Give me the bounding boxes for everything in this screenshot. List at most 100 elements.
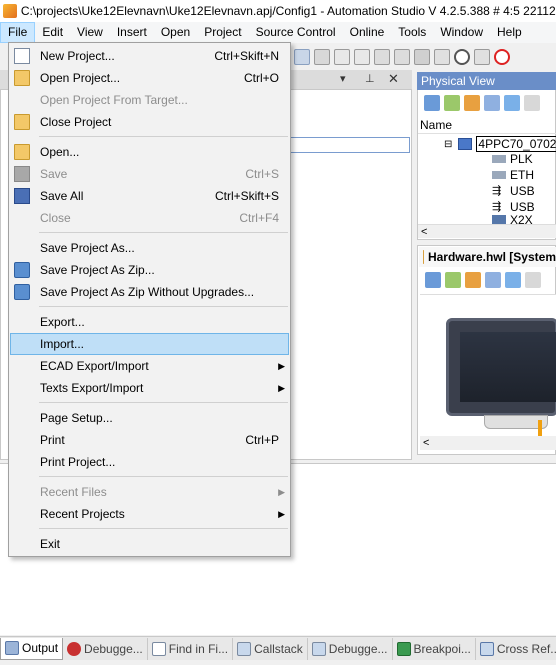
pane-dropdown-icon[interactable]: ▾	[340, 72, 346, 85]
menu-online[interactable]: Online	[343, 22, 392, 43]
menu-item-export[interactable]: Export...	[10, 311, 289, 333]
menu-file[interactable]: File	[0, 22, 36, 43]
menu-item-label: Import...	[40, 337, 85, 351]
menu-item-open-project[interactable]: Open Project... Ctrl+O	[10, 67, 289, 89]
more-icon[interactable]	[524, 95, 540, 111]
hardware-tab[interactable]: Hardware.hwl [System	[419, 247, 556, 267]
tab-output[interactable]: Output	[0, 637, 64, 660]
menu-item-label: New Project...	[40, 49, 115, 63]
tab-label: Find in Fi...	[168, 641, 229, 656]
menu-item-open[interactable]: Open...	[10, 141, 289, 163]
usb-icon: ⇶	[492, 201, 502, 213]
tab-debugger-2[interactable]: Debugge...	[308, 637, 393, 660]
copy-icon[interactable]	[294, 49, 310, 65]
delete-icon[interactable]	[414, 49, 430, 65]
menu-item-exit[interactable]: Exit	[10, 533, 289, 555]
menu-item-shortcut: Ctrl+O	[243, 71, 279, 85]
menu-item-save-project-as[interactable]: Save Project As...	[10, 237, 289, 259]
menu-item-recent-projects[interactable]: Recent Projects ▶	[10, 503, 289, 525]
scroll-left-icon[interactable]: <	[423, 437, 429, 449]
menu-item-import[interactable]: Import...	[10, 333, 289, 355]
undo-icon[interactable]	[334, 49, 350, 65]
paste-icon[interactable]	[314, 49, 330, 65]
new-project-icon	[14, 48, 30, 64]
menu-help[interactable]: Help	[490, 22, 529, 43]
menu-window[interactable]: Window	[433, 22, 490, 43]
scroll-left-icon[interactable]: <	[421, 226, 427, 238]
tree-item-root[interactable]: ⊟ 4PPC70_0702	[444, 136, 556, 152]
settings-icon[interactable]	[484, 95, 500, 111]
debugger-watch-icon	[311, 641, 326, 656]
find-icon[interactable]	[454, 49, 470, 65]
open-project-icon	[14, 70, 30, 86]
menu-item-page-setup[interactable]: Page Setup...	[10, 407, 289, 429]
menu-item-print[interactable]: Print Ctrl+P	[10, 429, 289, 451]
menu-item-close-project[interactable]: Close Project	[10, 111, 289, 133]
expand-icon[interactable]	[505, 272, 521, 288]
menu-item-texts-export-import[interactable]: Texts Export/Import ▶	[10, 377, 289, 399]
menu-item-save-all[interactable]: Save All Ctrl+Skift+S	[10, 185, 289, 207]
tab-debugger-1[interactable]: Debugge...	[63, 637, 148, 660]
menu-edit[interactable]: Edit	[35, 22, 70, 43]
physical-view-title: Physical View	[417, 72, 556, 90]
settings-icon[interactable]	[485, 272, 501, 288]
config-icon[interactable]	[465, 272, 481, 288]
config-icon[interactable]	[464, 95, 480, 111]
menu-item-label: Save Project As Zip...	[40, 263, 155, 277]
menu-item-label: Close	[40, 211, 71, 225]
replace-icon[interactable]	[474, 49, 490, 65]
refresh-icon[interactable]	[424, 95, 440, 111]
tab-label: Breakpoi...	[413, 641, 471, 656]
output-icon	[5, 641, 19, 655]
collapse-icon[interactable]: ⊟	[444, 139, 452, 150]
menu-open[interactable]: Open	[154, 22, 197, 43]
tree-selection-box	[290, 137, 410, 153]
menu-item-label: Save Project As...	[40, 241, 135, 255]
hardware-horizontal-scrollbar[interactable]: <	[420, 436, 556, 450]
list-icon[interactable]	[434, 49, 450, 65]
tree-item-usb-1[interactable]: ⇶ USB	[492, 183, 535, 199]
menu-tools[interactable]: Tools	[391, 22, 433, 43]
menu-insert[interactable]: Insert	[110, 22, 154, 43]
menu-item-shortcut: Ctrl+S	[245, 167, 279, 181]
expand-icon[interactable]	[504, 95, 520, 111]
tree-item-eth[interactable]: ETH	[492, 167, 534, 183]
redo-icon[interactable]	[354, 49, 370, 65]
power-icon[interactable]	[494, 49, 510, 65]
menu-item-label: Recent Files	[40, 485, 107, 499]
search-hardware-icon[interactable]	[444, 95, 460, 111]
menu-view[interactable]: View	[70, 22, 110, 43]
tab-label: Callstack	[254, 641, 303, 656]
menu-item-new-project[interactable]: New Project... Ctrl+Skift+N	[10, 45, 289, 67]
menu-project[interactable]: Project	[197, 22, 248, 43]
physical-view-horizontal-scrollbar[interactable]: <	[418, 224, 556, 238]
table-icon[interactable]	[394, 49, 410, 65]
tab-breakpoints[interactable]: Breakpoi...	[393, 637, 476, 660]
tree-item-plk[interactable]: PLK	[492, 151, 533, 167]
tab-callstack[interactable]: Callstack	[233, 637, 308, 660]
menu-item-shortcut: Ctrl+P	[245, 433, 279, 447]
pane-pin-icon[interactable]: ⊥	[365, 72, 375, 85]
menu-item-close: Close Ctrl+F4	[10, 207, 289, 229]
tab-cross-reference[interactable]: Cross Ref...	[476, 638, 556, 660]
tree-item-usb-2[interactable]: ⇶ USB	[492, 199, 535, 215]
pane-close-icon[interactable]: ✕	[388, 71, 399, 87]
menu-separator	[39, 402, 288, 403]
refresh-icon[interactable]	[425, 272, 441, 288]
menu-item-ecad-export-import[interactable]: ECAD Export/Import ▶	[10, 355, 289, 377]
tab-label: Debugge...	[84, 641, 143, 656]
search-hardware-icon[interactable]	[445, 272, 461, 288]
submenu-arrow-icon: ▶	[278, 508, 285, 519]
grid-icon[interactable]	[374, 49, 390, 65]
menu-item-save-project-as-zip-without-upgrades[interactable]: Save Project As Zip Without Upgrades...	[10, 281, 289, 303]
physical-view-column-name[interactable]: Name	[418, 118, 556, 134]
menu-item-label: Texts Export/Import	[40, 381, 144, 395]
menu-item-shortcut: Ctrl+Skift+N	[214, 49, 279, 63]
menu-source-control[interactable]: Source Control	[249, 22, 343, 43]
menu-item-print-project[interactable]: Print Project...	[10, 451, 289, 473]
menu-item-label: Recent Projects	[40, 507, 125, 521]
menu-item-save-project-as-zip[interactable]: Save Project As Zip...	[10, 259, 289, 281]
more-icon[interactable]	[525, 272, 541, 288]
menu-bar: File Edit View Insert Open Project Sourc…	[0, 22, 556, 43]
tab-find-in-files[interactable]: Find in Fi...	[148, 637, 234, 660]
